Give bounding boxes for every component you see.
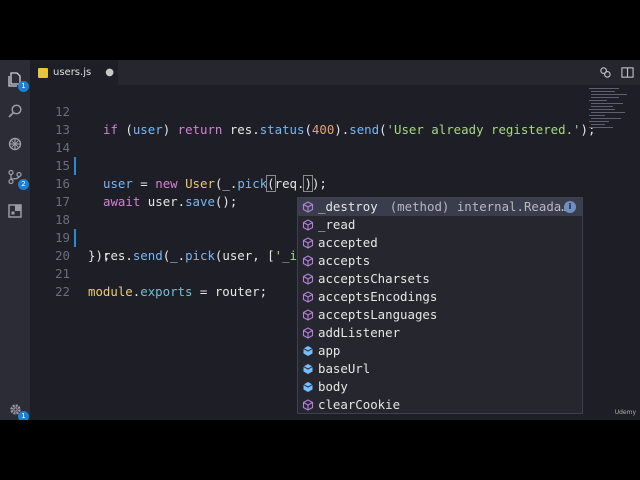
suggestion-label: addListener: [318, 325, 401, 340]
suggestion-label: accepted: [318, 235, 378, 250]
field-icon: [302, 381, 314, 393]
minimap-line: [591, 97, 619, 98]
line-number: 22: [55, 284, 70, 299]
minimap[interactable]: [585, 85, 640, 420]
minimap-line: [589, 88, 619, 89]
code-line: 17: [30, 175, 585, 209]
settings-button[interactable]: 1: [4, 398, 29, 420]
method-icon: [302, 291, 314, 303]
suggestion-item[interactable]: addListener: [298, 324, 582, 342]
suggestion-label: baseUrl: [318, 361, 371, 376]
minimap-line: [589, 115, 605, 116]
tab-title: users.js: [53, 67, 92, 78]
suggestion-label: body: [318, 379, 348, 394]
code-text: module.exports = router;: [88, 283, 267, 301]
extensions-button[interactable]: [4, 200, 26, 222]
search-icon: [8, 104, 22, 118]
suggestion-label: acceptsLanguages: [318, 307, 438, 322]
suggestion-item[interactable]: clearCookie: [298, 396, 582, 414]
bug-icon: [8, 137, 22, 151]
udemy-watermark: Udemy: [614, 409, 636, 416]
minimap-line: [591, 124, 605, 125]
suggestion-label: acceptsEncodings: [318, 289, 438, 304]
split-editor-icon: [620, 66, 634, 78]
search-button[interactable]: [4, 100, 26, 122]
method-icon: [302, 309, 314, 321]
source-control-button[interactable]: 2: [4, 166, 29, 190]
minimap-line: [591, 112, 625, 113]
suggestion-item[interactable]: app: [298, 342, 582, 360]
minimap-line: [591, 118, 621, 119]
code-token: exports: [140, 284, 193, 299]
minimap-line: [589, 127, 613, 128]
suggestion-detail: (method) internal.Reada…: [389, 199, 569, 214]
suggestion-label: _read: [318, 217, 356, 232]
debug-button[interactable]: [4, 133, 26, 155]
code-token: module: [88, 284, 133, 299]
code-line: 16 await user.save();: [30, 157, 585, 209]
method-icon: [302, 201, 314, 213]
suggestion-item-selected[interactable]: _destroy (method) internal.Reada… i: [298, 198, 582, 216]
extensions-icon: [8, 204, 22, 218]
minimap-line: [591, 106, 613, 107]
code-line-current: 14 user = new User(_.pick(req.));: [30, 121, 585, 192]
minimap-line: [591, 94, 627, 95]
suggestion-widget: _destroy (method) internal.Reada… i _rea…: [297, 197, 583, 414]
suggestion-label: acceptsCharsets: [318, 271, 430, 286]
code-line: 13: [30, 103, 585, 137]
method-icon: [302, 237, 314, 249]
explorer-badge: 1: [18, 81, 29, 92]
suggestion-label: clearCookie: [318, 397, 401, 412]
suggestion-label: app: [318, 343, 341, 358]
suggestion-item[interactable]: acceptsCharsets: [298, 270, 582, 288]
explorer-button[interactable]: 1: [4, 68, 29, 92]
code-line: 12 if (user) return res.status(400).send…: [30, 85, 595, 137]
settings-badge: 1: [18, 411, 29, 420]
unsaved-dot-icon[interactable]: ●: [105, 67, 114, 78]
code-line: 15: [30, 139, 585, 173]
vscode-window: 1 2 1 users.js ● 12 if (user) return res…: [0, 60, 640, 420]
suggestion-item[interactable]: _read: [298, 216, 582, 234]
source-control-badge: 2: [18, 179, 29, 190]
minimap-line: [591, 91, 615, 92]
method-icon: [302, 327, 314, 339]
suggestion-item[interactable]: accepts: [298, 252, 582, 270]
method-icon: [302, 219, 314, 231]
open-changes-button[interactable]: [598, 65, 612, 79]
suggestion-item[interactable]: body: [298, 378, 582, 396]
javascript-file-icon: [38, 67, 48, 78]
suggestion-item[interactable]: accepted: [298, 234, 582, 252]
info-icon[interactable]: i: [564, 201, 576, 213]
suggestion-item[interactable]: baseUrl: [298, 360, 582, 378]
split-editor-button[interactable]: [620, 65, 634, 79]
editor-actions: [598, 65, 634, 79]
method-icon: [302, 399, 314, 411]
field-icon: [302, 345, 314, 357]
suggestion-item[interactable]: acceptsLanguages: [298, 306, 582, 324]
field-icon: [302, 363, 314, 375]
method-icon: [302, 255, 314, 267]
code-token: = router;: [192, 284, 268, 299]
minimap-line: [589, 100, 607, 101]
compare-icon: [599, 66, 611, 78]
minimap-line: [589, 109, 615, 110]
tab-users-js[interactable]: users.js ●: [30, 60, 118, 85]
minimap-line: [591, 103, 623, 104]
minimap-line: [589, 121, 609, 122]
suggestion-item[interactable]: acceptsEncodings: [298, 288, 582, 306]
activity-bar: 1 2 1: [0, 60, 30, 420]
suggestion-label: accepts: [318, 253, 371, 268]
method-icon: [302, 273, 314, 285]
suggestion-label: _destroy: [318, 199, 378, 214]
tab-bar: users.js ●: [30, 60, 640, 85]
